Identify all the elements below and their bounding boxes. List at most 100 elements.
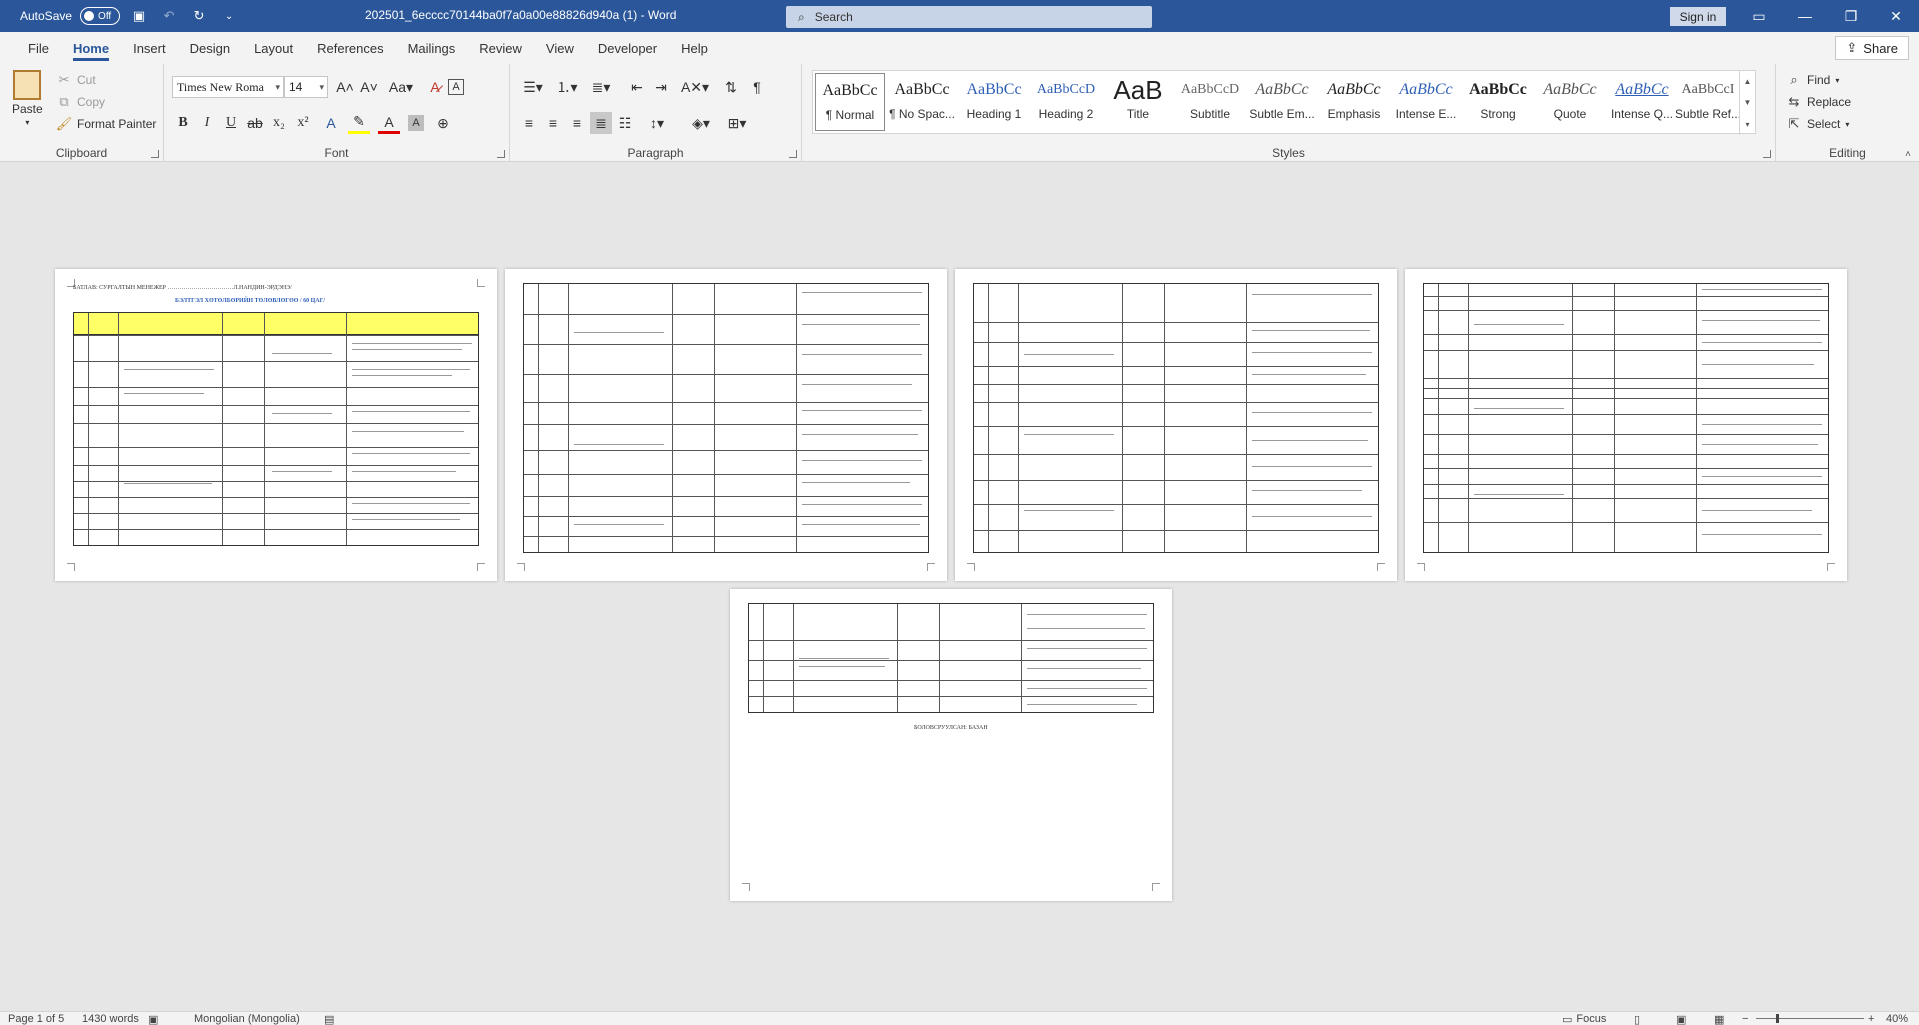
font-color-icon[interactable]: A <box>378 112 400 134</box>
style-strong[interactable]: AaBbCc Strong <box>1463 73 1533 131</box>
chevron-up-icon[interactable]: ▲ <box>1744 77 1752 86</box>
tab-developer[interactable]: Developer <box>586 32 669 64</box>
search-box[interactable]: ⌕ Search <box>786 6 1152 28</box>
sign-in-button[interactable]: Sign in <box>1670 7 1726 26</box>
shading-icon[interactable]: ◈▾ <box>686 112 716 134</box>
style-heading-1[interactable]: AaBbCc Heading 1 <box>959 73 1029 131</box>
style-subtitle[interactable]: AaBbCcD Subtitle <box>1175 73 1245 131</box>
share-button[interactable]: ⇪ Share <box>1835 36 1909 60</box>
select-button[interactable]: ⇱ Select ▾ <box>1786 116 1850 132</box>
underline-icon[interactable]: U <box>220 112 242 134</box>
print-layout-icon[interactable]: ▣ <box>1676 1012 1686 1025</box>
read-mode-icon[interactable]: ▯ <box>1634 1012 1640 1025</box>
shrink-font-icon[interactable]: A˅ <box>358 76 380 98</box>
restore-icon[interactable]: ❐ <box>1828 0 1874 32</box>
spelling-status[interactable]: ▣ <box>148 1012 158 1025</box>
minimize-icon[interactable]: — <box>1782 0 1828 32</box>
page-3[interactable] <box>955 269 1397 581</box>
borders-icon[interactable]: ⊞▾ <box>722 112 752 134</box>
cut-button[interactable]: ✂ Cut <box>56 72 96 88</box>
ribbon-display-options-icon[interactable]: ▭ <box>1736 0 1782 32</box>
text-effects-icon[interactable]: A <box>320 112 342 134</box>
grow-font-icon[interactable]: A˄ <box>334 76 356 98</box>
font-launcher-icon[interactable] <box>497 150 505 158</box>
word-count[interactable]: 1430 words <box>82 1012 139 1025</box>
autosave-toggle[interactable]: Off <box>80 7 121 25</box>
format-painter-button[interactable]: 🖌 Format Painter <box>56 116 157 132</box>
tab-insert[interactable]: Insert <box>121 32 178 64</box>
show-marks-icon[interactable]: ¶ <box>746 76 768 98</box>
web-layout-icon[interactable]: ▦ <box>1714 1012 1724 1025</box>
strikethrough-icon[interactable]: ab <box>244 112 266 134</box>
gallery-scroll[interactable]: ▲ ▼ ▾ <box>1739 71 1755 135</box>
redo-icon[interactable]: ↻ <box>188 5 210 27</box>
close-icon[interactable]: ✕ <box>1873 0 1919 32</box>
chevron-down-icon[interactable]: ▼ <box>1744 98 1752 107</box>
focus-button[interactable]: ▭ Focus <box>1562 1012 1606 1025</box>
zoom-in-icon[interactable]: + <box>1868 1012 1874 1025</box>
clipboard-launcher-icon[interactable] <box>151 150 159 158</box>
style-heading-2[interactable]: AaBbCcD Heading 2 <box>1031 73 1101 131</box>
collapse-ribbon-icon[interactable]: ˄ <box>1905 149 1911 160</box>
justify-icon[interactable]: ≣ <box>590 112 612 134</box>
more-icon[interactable]: ▾ <box>1745 120 1749 129</box>
style-title[interactable]: AaB Title <box>1103 73 1173 131</box>
change-case-icon[interactable]: Aa▾ <box>386 76 416 98</box>
style-quote[interactable]: AaBbCc Quote <box>1535 73 1605 131</box>
page-count[interactable]: Page 1 of 5 <box>8 1012 64 1025</box>
line-spacing-icon[interactable]: ↕▾ <box>642 112 672 134</box>
sort-icon[interactable]: ⇅ <box>720 76 742 98</box>
multilevel-list-icon[interactable]: ≣▾ <box>586 76 616 98</box>
zoom-out-icon[interactable]: − <box>1742 1012 1748 1025</box>
align-left-icon[interactable]: ≡ <box>518 112 540 134</box>
enclose-characters-icon[interactable]: ⊕ <box>432 112 454 134</box>
page-5[interactable]: БОЛОВСРУУЛСАН: БАЗАН <box>730 589 1172 901</box>
tab-mailings[interactable]: Mailings <box>396 32 468 64</box>
copy-button[interactable]: ⧉ Copy <box>56 94 105 110</box>
style-intense-quote[interactable]: AaBbCc Intense Q... <box>1607 73 1677 131</box>
decrease-indent-icon[interactable]: ⇤ <box>626 76 648 98</box>
customize-toolbar-icon[interactable]: ⌄ <box>218 5 240 27</box>
font-size-box[interactable]: 14 ▾ <box>284 76 328 98</box>
asian-layout-icon[interactable]: A✕▾ <box>680 76 710 98</box>
replace-button[interactable]: ⇆ Replace <box>1786 94 1851 110</box>
zoom-level[interactable]: 40% <box>1886 1012 1908 1025</box>
tab-file[interactable]: File <box>16 32 61 64</box>
distributed-icon[interactable]: ☷ <box>614 112 636 134</box>
clear-formatting-icon[interactable]: A̷ <box>424 76 446 98</box>
paragraph-launcher-icon[interactable] <box>789 150 797 158</box>
style-subtle-reference[interactable]: AaBbCcI Subtle Ref... <box>1673 73 1743 131</box>
bullets-icon[interactable]: ☰▾ <box>518 76 548 98</box>
italic-icon[interactable]: I <box>196 112 218 134</box>
styles-launcher-icon[interactable] <box>1763 150 1771 158</box>
character-border-icon[interactable]: A <box>448 79 464 95</box>
style-intense-emphasis[interactable]: AaBbCc Intense E... <box>1391 73 1461 131</box>
zoom-slider[interactable] <box>1756 1018 1864 1019</box>
superscript-icon[interactable]: x² <box>292 112 314 134</box>
tab-review[interactable]: Review <box>467 32 534 64</box>
increase-indent-icon[interactable]: ⇥ <box>650 76 672 98</box>
align-right-icon[interactable]: ≡ <box>566 112 588 134</box>
page-4[interactable] <box>1405 269 1847 581</box>
font-name-box[interactable]: Times New Roma ▾ <box>172 76 284 98</box>
zoom-thumb[interactable] <box>1776 1014 1779 1023</box>
tab-references[interactable]: References <box>305 32 395 64</box>
tab-home[interactable]: Home <box>61 32 121 64</box>
bold-icon[interactable]: B <box>172 112 194 134</box>
page-2[interactable] <box>505 269 947 581</box>
page-1[interactable]: БАТЛАВ: СУРГАЛТЫН МЕНЕЖЕР ……………………………Л.Н… <box>55 269 497 581</box>
style-no-spacing[interactable]: AaBbCc ¶ No Spac... <box>887 73 957 131</box>
subscript-icon[interactable]: x₂ <box>268 112 290 134</box>
style-subtle-emphasis[interactable]: AaBbCc Subtle Em... <box>1247 73 1317 131</box>
document-canvas[interactable]: БАТЛАВ: СУРГАЛТЫН МЕНЕЖЕР ……………………………Л.Н… <box>0 162 1919 1011</box>
save-icon[interactable]: ▣ <box>128 5 150 27</box>
language-status[interactable]: Mongolian (Mongolia) <box>194 1012 300 1025</box>
style-normal[interactable]: AaBbCc ¶ Normal <box>815 73 885 131</box>
paste-button[interactable]: Paste ▾ <box>12 70 43 127</box>
tab-layout[interactable]: Layout <box>242 32 305 64</box>
macro-record[interactable]: ▤ <box>324 1012 334 1025</box>
tab-help[interactable]: Help <box>669 32 720 64</box>
align-center-icon[interactable]: ≡ <box>542 112 564 134</box>
style-emphasis[interactable]: AaBbCc Emphasis <box>1319 73 1389 131</box>
undo-icon[interactable]: ↶ <box>158 5 180 27</box>
